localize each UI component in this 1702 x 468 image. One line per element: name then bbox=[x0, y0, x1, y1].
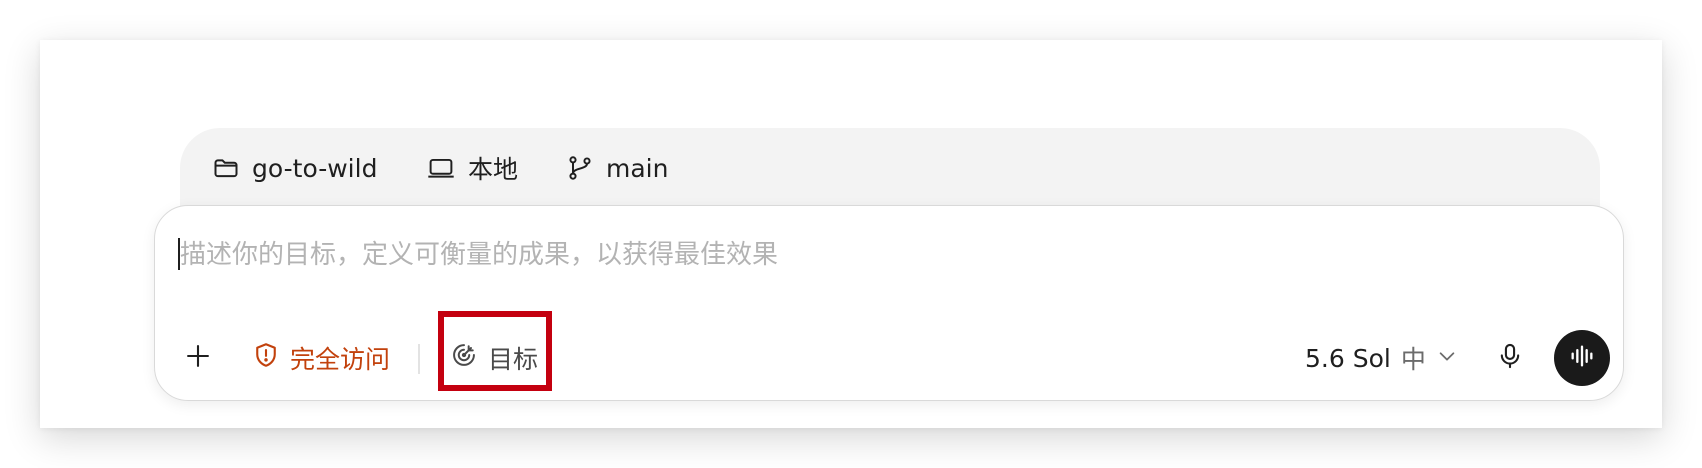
project-name: go-to-wild bbox=[252, 153, 378, 183]
highlight-annotation-box bbox=[438, 311, 552, 391]
environment-selector[interactable]: 本地 bbox=[426, 148, 518, 188]
project-selector[interactable]: go-to-wild bbox=[212, 148, 377, 188]
laptop-icon bbox=[426, 154, 456, 182]
git-branch-icon bbox=[566, 154, 594, 182]
voice-mode-button[interactable] bbox=[1554, 330, 1610, 386]
dictation-button[interactable] bbox=[1492, 340, 1528, 376]
toolbar-divider bbox=[418, 344, 420, 374]
goal-prompt-input[interactable] bbox=[180, 236, 1080, 274]
folder-icon bbox=[212, 154, 240, 182]
access-mode-button[interactable]: 完全访问 bbox=[252, 338, 390, 378]
reasoning-level: 中 bbox=[1400, 345, 1426, 374]
add-attachment-button[interactable] bbox=[180, 340, 216, 376]
model-name: 5.6 Sol bbox=[1305, 343, 1391, 373]
model-selector[interactable]: 5.6 Sol 中 bbox=[1305, 338, 1458, 378]
screenshot-stage: go-to-wild 本地 main 描述你的目标，定义可衡量的成果，以获得最佳… bbox=[0, 0, 1702, 468]
plus-icon bbox=[184, 342, 212, 374]
branch-name: main bbox=[606, 153, 669, 183]
sound-wave-icon bbox=[1568, 342, 1596, 374]
environment-name: 本地 bbox=[468, 155, 519, 184]
branch-selector[interactable]: main bbox=[566, 148, 668, 188]
microphone-icon bbox=[1496, 342, 1524, 374]
shield-alert-icon bbox=[252, 341, 280, 375]
access-mode-label: 完全访问 bbox=[290, 345, 391, 374]
chevron-down-icon bbox=[1436, 344, 1458, 373]
